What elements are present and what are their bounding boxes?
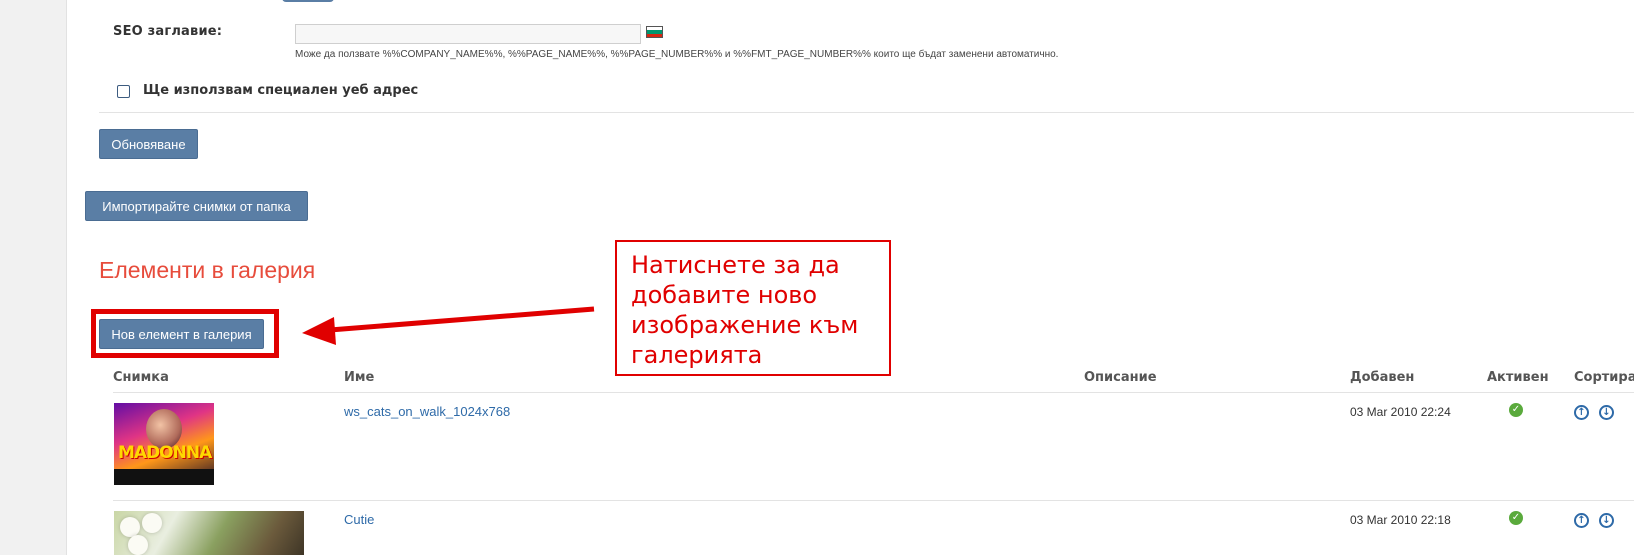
gallery-item-added-date: 03 Mar 2010 22:18 — [1350, 513, 1451, 527]
seo-title-hint: Може да ползвате %%COMPANY_NAME%%, %%PAG… — [295, 49, 1059, 60]
update-button[interactable]: Обновяване — [99, 129, 198, 159]
arrow-up-circle-icon[interactable]: ↑ — [1574, 513, 1589, 528]
table-header-divider — [113, 392, 1634, 393]
annotation-highlight-box — [91, 309, 279, 358]
column-header-name[interactable]: Име — [344, 370, 374, 385]
callout-line-3: изображение към — [631, 311, 859, 339]
gallery-item-name-link[interactable]: ws_cats_on_walk_1024x768 — [344, 404, 510, 419]
callout-line-4: галерията — [631, 341, 763, 369]
gallery-item-name-link[interactable]: Cutie — [344, 512, 374, 527]
custom-url-label[interactable]: Ще използвам специален уеб адрес — [143, 83, 418, 98]
gallery-thumbnail[interactable] — [114, 511, 304, 555]
custom-url-checkbox[interactable] — [117, 85, 130, 98]
check-circle-icon[interactable]: ✓ — [1509, 403, 1523, 417]
left-sidebar-gutter — [0, 0, 67, 555]
gallery-thumbnail[interactable]: MADONNA — [114, 403, 214, 485]
column-header-image: Снимка — [113, 370, 169, 385]
bulgarian-flag-icon[interactable] — [646, 26, 663, 38]
check-circle-icon[interactable]: ✓ — [1509, 511, 1523, 525]
gallery-item-added-date: 03 Mar 2010 22:24 — [1350, 405, 1451, 419]
divider — [99, 112, 1634, 113]
column-header-added[interactable]: Добавен — [1350, 370, 1414, 385]
callout-line-2: добавите ново — [631, 281, 818, 309]
import-from-folder-button[interactable]: Импортирайте снимки от папка — [85, 191, 308, 221]
annotation-callout: Натиснете за да добавите ново изображени… — [615, 240, 891, 376]
arrow-up-circle-icon[interactable]: ↑ — [1574, 405, 1589, 420]
column-header-active[interactable]: Активен — [1487, 370, 1549, 385]
thumbnail-logo-text: MADONNA — [118, 443, 212, 463]
arrow-down-circle-icon[interactable]: ↓ — [1599, 405, 1614, 420]
gallery-items-title: Елементи в галерия — [99, 257, 316, 283]
seo-title-input[interactable] — [295, 24, 641, 44]
row-divider — [113, 500, 1634, 501]
top-button-partial[interactable] — [282, 0, 334, 2]
callout-line-1: Натиснете за да — [631, 251, 840, 279]
column-header-description: Описание — [1084, 370, 1157, 385]
column-header-sort: Сортира — [1574, 370, 1634, 385]
arrow-down-circle-icon[interactable]: ↓ — [1599, 513, 1614, 528]
seo-title-label: SEO заглавие: — [113, 24, 223, 39]
